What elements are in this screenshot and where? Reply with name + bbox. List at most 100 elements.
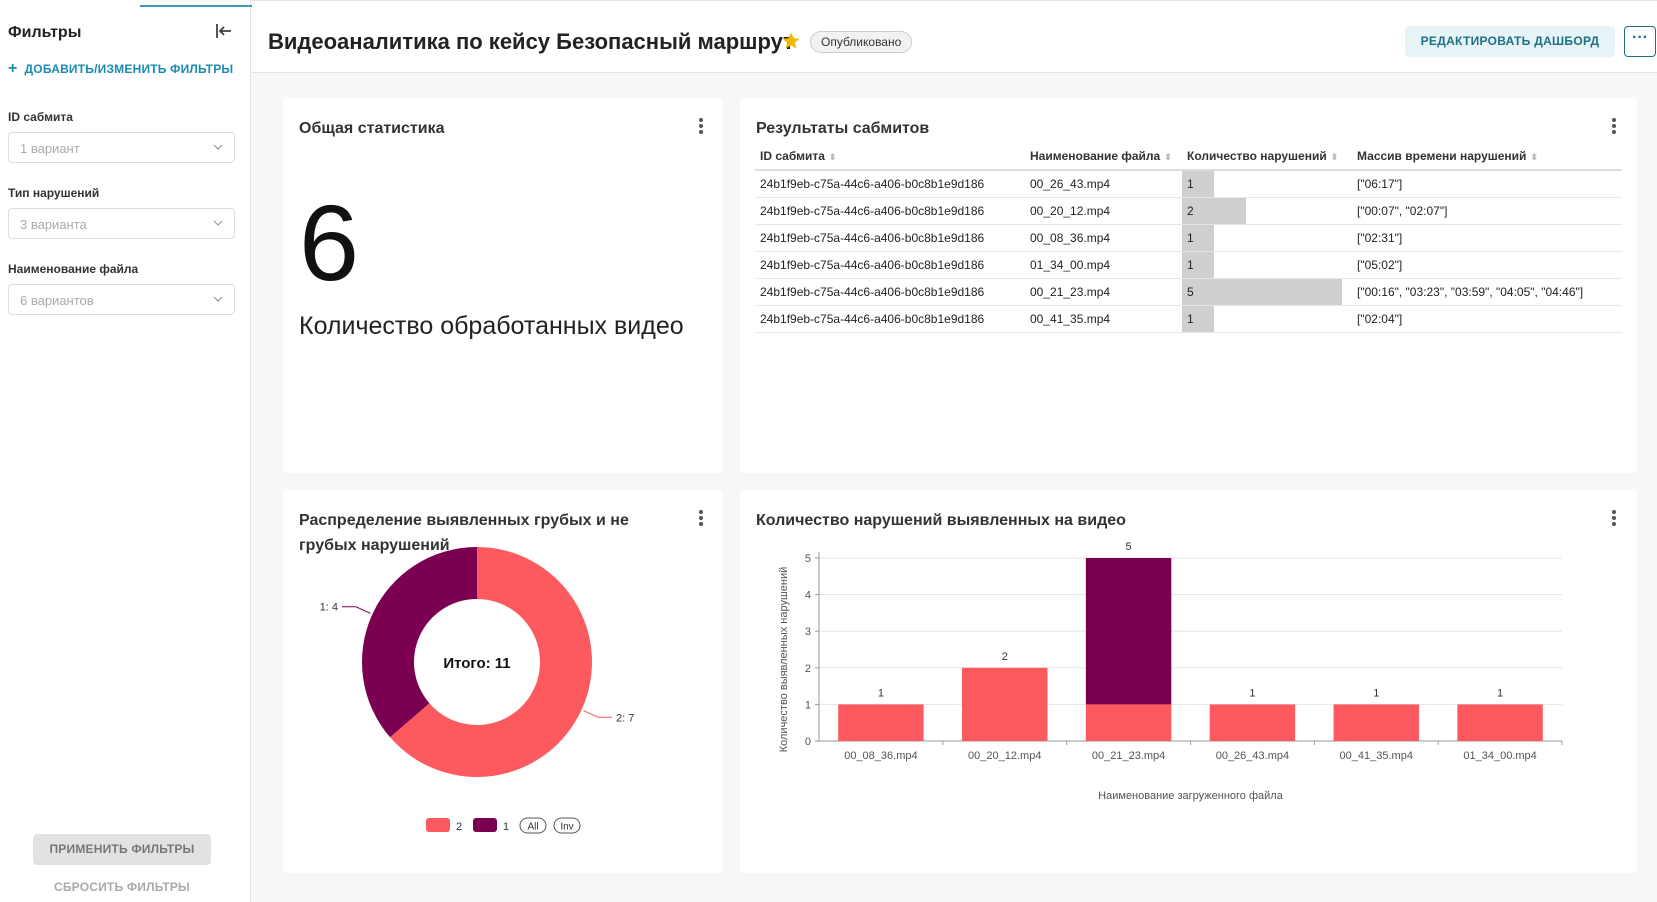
reset-filters-button[interactable]: СБРОСИТЬ ФИЛЬТРЫ xyxy=(33,880,211,894)
legend-label[interactable]: 2 xyxy=(456,821,462,833)
y-tick-label: 4 xyxy=(805,590,811,602)
cell-file-name: 00_20_12.mp4 xyxy=(1025,197,1182,225)
x-tick-label: 01_34_00.mp4 xyxy=(1463,750,1536,762)
chevron-down-icon xyxy=(213,144,223,150)
filter-label-file-name: Наименование файла xyxy=(8,262,139,276)
cell-violation-times: ["05:02"] xyxy=(1352,251,1622,279)
cell-violation-count: 1 xyxy=(1182,305,1352,333)
dashboard-header: Видеоаналитика по кейсу Безопасный маршр… xyxy=(252,0,1657,73)
cell-file-name: 00_08_36.mp4 xyxy=(1025,224,1182,252)
cell-file-name: 00_21_23.mp4 xyxy=(1025,278,1182,306)
x-tick-label: 00_26_43.mp4 xyxy=(1216,750,1289,762)
card-menu-icon[interactable] xyxy=(1609,116,1619,138)
donut-chart-card: Распределение выявленных грубых и не гру… xyxy=(283,490,723,873)
bar-chart: 0 1 2 3 4 5 1 00_08_36.mp4 2 00_20_12.mp4 5 00_21_2… xyxy=(778,541,1563,802)
legend-all-button-label: All xyxy=(527,822,538,833)
y-tick-label: 2 xyxy=(805,663,811,675)
table-row: 24b1f9eb-c75a-44c6-a406-b0c8b1e9d186 00_4… xyxy=(755,305,1622,333)
y-axis-title: Количество выявленных нарушений xyxy=(778,567,790,753)
cell-violation-count: 1 xyxy=(1182,251,1352,279)
count-bar xyxy=(1182,278,1342,305)
cell-violation-count: 2 xyxy=(1182,197,1352,225)
cell-submit-id: 24b1f9eb-c75a-44c6-a406-b0c8b1e9d186 xyxy=(755,278,1025,306)
legend-swatch-1[interactable] xyxy=(473,818,497,832)
sort-icon: ⬍ xyxy=(1530,151,1538,162)
x-tick-label: 00_41_35.mp4 xyxy=(1340,750,1413,762)
status-badge: Опубликовано xyxy=(810,31,913,53)
bar-segment[interactable] xyxy=(962,667,1048,741)
edit-dashboard-button[interactable]: РЕДАКТИРОВАТЬ ДАШБОРД xyxy=(1405,26,1615,57)
bar-segment[interactable] xyxy=(1085,704,1172,741)
x-axis-title: Наименование загруженного файла xyxy=(1098,790,1284,802)
column-header-file-name[interactable]: Наименование файла ⬍ xyxy=(1025,142,1182,171)
slice-leader-line xyxy=(583,710,612,718)
cell-violation-times: ["02:31"] xyxy=(1352,224,1622,252)
cell-violation-count: 1 xyxy=(1182,170,1352,198)
legend-inv-button-label: Inv xyxy=(560,822,573,833)
bar-total-label: 1 xyxy=(1497,687,1503,699)
filter-placeholder: 6 вариантов xyxy=(20,293,94,308)
filter-label-violation-type: Тип нарушений xyxy=(8,186,100,200)
cell-violation-count: 1 xyxy=(1182,224,1352,252)
table-row: 24b1f9eb-c75a-44c6-a406-b0c8b1e9d186 00_2… xyxy=(755,278,1622,306)
add-filters-label: ДОБАВИТЬ/ИЗМЕНИТЬ ФИЛЬТРЫ xyxy=(24,62,234,76)
bar-total-label: 5 xyxy=(1126,541,1132,553)
bar-segment[interactable] xyxy=(1333,704,1419,741)
apply-filters-button[interactable]: ПРИМЕНИТЬ ФИЛЬТРЫ xyxy=(33,834,211,865)
donut-center-label: Итого: 11 xyxy=(443,655,510,672)
filter-placeholder: 3 варианта xyxy=(20,217,87,232)
favorite-star-icon[interactable] xyxy=(781,31,801,51)
cell-submit-id: 24b1f9eb-c75a-44c6-a406-b0c8b1e9d186 xyxy=(755,251,1025,279)
slice-leader-line xyxy=(342,606,371,614)
filters-sidebar: Фильтры + ДОБАВИТЬ/ИЗМЕНИТЬ ФИЛЬТРЫ ID с… xyxy=(0,0,252,902)
add-filters-button[interactable]: + ДОБАВИТЬ/ИЗМЕНИТЬ ФИЛЬТРЫ xyxy=(8,61,234,77)
column-header-violation-times[interactable]: Массив времени нарушений ⬍ xyxy=(1352,142,1622,171)
legend-label[interactable]: 1 xyxy=(503,821,509,833)
bar-segment[interactable] xyxy=(1085,558,1172,705)
collapse-sidebar-icon[interactable] xyxy=(212,20,234,42)
bar-total-label: 1 xyxy=(878,687,884,699)
filter-select-violation-type[interactable]: 3 варианта xyxy=(8,208,235,239)
legend-swatch-2[interactable] xyxy=(426,818,450,832)
chevron-down-icon xyxy=(213,220,223,226)
table-body: 24b1f9eb-c75a-44c6-a406-b0c8b1e9d186 00_2… xyxy=(755,170,1622,333)
donut-slice-1[interactable] xyxy=(362,547,477,738)
column-header-submit-id[interactable]: ID сабмита ⬍ xyxy=(755,142,1025,171)
card-title: Общая статистика xyxy=(299,120,445,137)
bar-segment[interactable] xyxy=(1209,704,1296,741)
bar-segment[interactable] xyxy=(838,704,924,741)
chevron-down-icon xyxy=(213,296,223,302)
cell-file-name: 00_26_43.mp4 xyxy=(1025,170,1182,198)
big-number-value: 6 xyxy=(299,182,360,303)
sidebar-title: Фильтры xyxy=(8,24,82,41)
bar-total-label: 1 xyxy=(1249,687,1255,699)
filter-select-file-name[interactable]: 6 вариантов xyxy=(8,284,235,315)
slice-label: 2: 7 xyxy=(616,712,634,724)
cell-violation-times: ["06:17"] xyxy=(1352,170,1622,198)
slice-label: 1: 4 xyxy=(320,602,338,614)
y-tick-label: 0 xyxy=(805,736,811,748)
sort-icon: ⬍ xyxy=(1330,151,1339,162)
sort-icon: ⬍ xyxy=(1164,151,1172,162)
sidebar-active-indicator xyxy=(140,5,252,7)
x-tick-label: 00_08_36.mp4 xyxy=(844,750,917,762)
column-header-violation-count[interactable]: Количество нарушений ⬍ xyxy=(1182,142,1352,171)
table-row: 24b1f9eb-c75a-44c6-a406-b0c8b1e9d186 00_2… xyxy=(755,170,1622,198)
cell-submit-id: 24b1f9eb-c75a-44c6-a406-b0c8b1e9d186 xyxy=(755,305,1025,333)
dashboard-title: Видеоаналитика по кейсу Безопасный маршр… xyxy=(268,29,794,54)
filter-select-submit-id[interactable]: 1 вариант xyxy=(8,132,235,163)
card-menu-icon[interactable] xyxy=(696,116,706,138)
bar-segment[interactable] xyxy=(1457,704,1543,741)
more-options-button[interactable]: ··· xyxy=(1624,26,1656,57)
x-tick-label: 00_21_23.mp4 xyxy=(1092,750,1165,762)
cell-submit-id: 24b1f9eb-c75a-44c6-a406-b0c8b1e9d186 xyxy=(755,224,1025,252)
bar-total-label: 2 xyxy=(1002,651,1008,663)
submissions-table-card: Результаты сабмитов ID сабмита ⬍ Наименов… xyxy=(740,98,1637,473)
y-tick-label: 5 xyxy=(805,553,811,565)
table-row: 24b1f9eb-c75a-44c6-a406-b0c8b1e9d186 01_3… xyxy=(755,251,1622,279)
filter-placeholder: 1 вариант xyxy=(20,141,80,156)
cell-submit-id: 24b1f9eb-c75a-44c6-a406-b0c8b1e9d186 xyxy=(755,197,1025,225)
donut-chart: 2: 7 1: 4 Итого: 11 2 1 All Inv xyxy=(320,547,634,834)
cell-submit-id: 24b1f9eb-c75a-44c6-a406-b0c8b1e9d186 xyxy=(755,170,1025,198)
table-row: 24b1f9eb-c75a-44c6-a406-b0c8b1e9d186 00_0… xyxy=(755,224,1622,252)
